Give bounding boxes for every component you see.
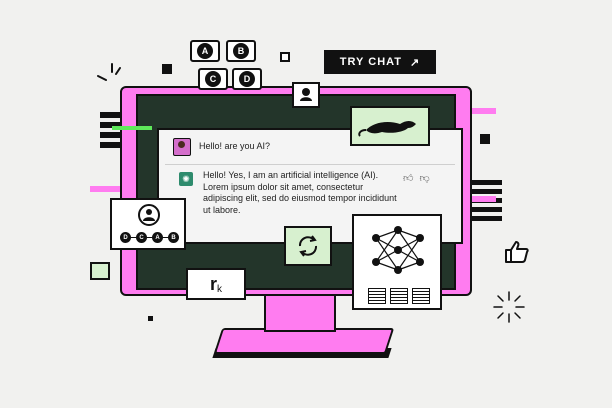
flow-node: C	[136, 232, 147, 243]
feedback-icons: 👍︎ 👎︎	[403, 172, 430, 184]
choice-key-a[interactable]: A	[190, 40, 220, 62]
decor-square	[280, 52, 290, 62]
right-stripes	[470, 180, 502, 230]
corner-square	[162, 64, 172, 74]
user-message-row: Hello! are you AI?	[173, 138, 270, 156]
try-chat-button[interactable]: TRY CHAT ↗	[324, 50, 436, 74]
user-icon	[300, 88, 312, 101]
choice-key-b[interactable]: B	[226, 40, 256, 62]
arrow-up-right-icon: ↗	[409, 56, 421, 69]
neural-network-icon	[372, 226, 424, 274]
corner-square	[148, 316, 153, 321]
formula-base: r	[209, 273, 217, 294]
refresh-card	[284, 226, 332, 266]
user-flow-card: D C A B	[110, 198, 186, 250]
corner-square	[480, 134, 490, 144]
try-chat-label: TRY CHAT	[339, 56, 402, 68]
neural-network-card	[352, 214, 442, 310]
choice-keypad: A B C D	[190, 40, 264, 96]
otter-card	[350, 106, 430, 146]
flow-node: B	[168, 232, 179, 243]
document-icon	[412, 288, 430, 304]
document-icon	[390, 288, 408, 304]
otter-icon	[358, 121, 416, 137]
flow-node: D	[120, 232, 131, 243]
screen-glow-bar	[112, 126, 152, 130]
choice-key-c[interactable]: C	[198, 68, 228, 90]
flow-node: A	[152, 232, 163, 243]
formula-card: r k	[186, 268, 246, 300]
user-avatar	[173, 138, 191, 156]
flow-nodes: D C A B	[120, 232, 179, 243]
document-icon	[368, 288, 386, 304]
thumbs-up-icon	[505, 241, 529, 263]
ai-message: Hello! Yes, I am an artificial intellige…	[203, 170, 397, 215]
monitor-stand-neck	[264, 292, 336, 332]
user-icon	[138, 204, 160, 226]
burst-icon	[493, 291, 525, 323]
thumbs-up-icon[interactable]: 👍︎	[403, 172, 413, 184]
ai-avatar-icon: ✺	[179, 172, 193, 186]
document-icons	[368, 288, 430, 304]
thumbs-down-icon[interactable]: 👎︎	[419, 172, 429, 184]
chat-divider	[165, 164, 455, 165]
user-card-small	[292, 82, 320, 108]
formula-subscript: k	[217, 283, 222, 295]
choice-key-d[interactable]: D	[232, 68, 262, 90]
user-message: Hello! are you AI?	[199, 141, 271, 152]
decor-square	[90, 262, 110, 280]
refresh-icon[interactable]	[286, 228, 330, 264]
